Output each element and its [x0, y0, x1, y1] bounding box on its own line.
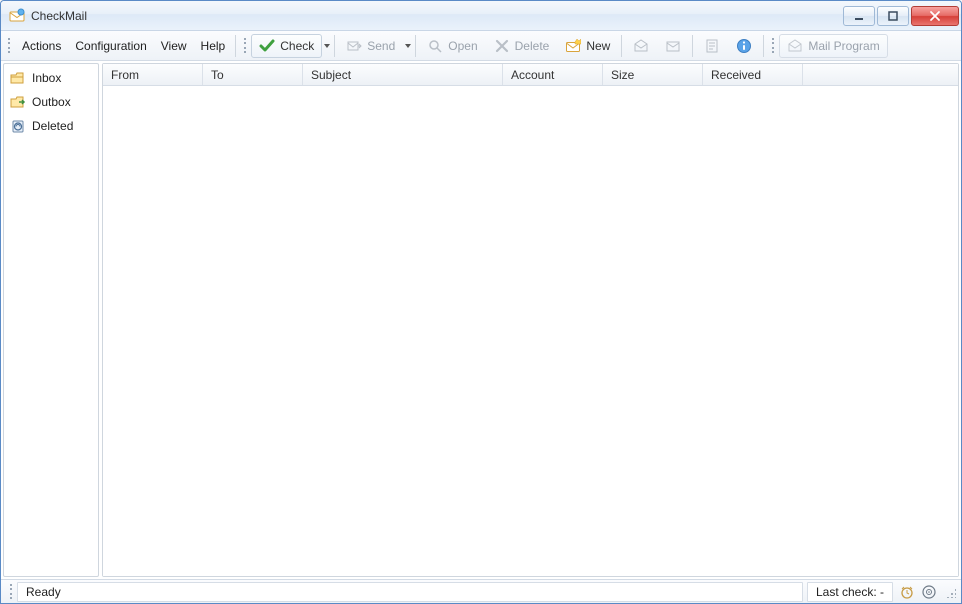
new-button[interactable]: New	[557, 34, 618, 58]
info-icon	[736, 38, 752, 54]
separator	[334, 35, 335, 57]
log-button[interactable]	[696, 34, 728, 58]
titlebar: CheckMail	[1, 1, 961, 31]
log-icon	[704, 38, 720, 54]
app-title: CheckMail	[31, 9, 87, 23]
send-label: Send	[367, 39, 395, 53]
new-label: New	[586, 39, 610, 53]
open-icon	[427, 38, 443, 54]
toolbar-grip[interactable]	[6, 35, 12, 57]
mark-read-button[interactable]	[625, 34, 657, 58]
menubar: Actions Configuration View Help Check Se…	[1, 31, 961, 61]
message-list: From To Subject Account Size Received	[102, 63, 959, 577]
separator	[415, 35, 416, 57]
minimize-button[interactable]	[843, 6, 875, 26]
check-dropdown[interactable]	[322, 42, 331, 50]
open-label: Open	[448, 39, 477, 53]
info-button[interactable]	[728, 34, 760, 58]
send-dropdown[interactable]	[403, 42, 412, 50]
toolbar-grip[interactable]	[770, 35, 776, 57]
menu-help[interactable]: Help	[194, 35, 233, 57]
separator	[692, 35, 693, 57]
folder-label: Outbox	[32, 95, 71, 109]
folder-outbox[interactable]: Outbox	[6, 92, 96, 112]
send-button[interactable]: Send	[338, 34, 403, 58]
folder-label: Deleted	[32, 119, 73, 133]
separator	[763, 35, 764, 57]
window-controls	[843, 6, 959, 26]
col-to[interactable]: To	[203, 64, 303, 85]
envelope-icon	[665, 38, 681, 54]
outbox-icon	[10, 94, 26, 110]
folder-sidebar: Inbox Outbox Deleted	[3, 63, 99, 577]
separator	[621, 35, 622, 57]
message-list-body[interactable]	[103, 86, 958, 576]
delete-button[interactable]: Delete	[486, 34, 558, 58]
check-icon	[259, 38, 275, 54]
menu-view[interactable]: View	[154, 35, 194, 57]
deleted-icon	[10, 118, 26, 134]
body: Inbox Outbox Deleted From To Subject Acc…	[1, 61, 961, 579]
envelope-open-icon	[633, 38, 649, 54]
column-headers: From To Subject Account Size Received	[103, 64, 958, 86]
delete-label: Delete	[515, 39, 550, 53]
col-spacer	[803, 64, 958, 85]
delete-icon	[494, 38, 510, 54]
col-size[interactable]: Size	[603, 64, 703, 85]
open-button[interactable]: Open	[419, 34, 485, 58]
folder-deleted[interactable]: Deleted	[6, 116, 96, 136]
clock-icon[interactable]	[899, 584, 915, 600]
menu-actions[interactable]: Actions	[15, 35, 68, 57]
app-window: CheckMail Actions Configuration View Hel…	[0, 0, 962, 604]
folder-label: Inbox	[32, 71, 61, 85]
app-icon	[9, 8, 25, 24]
status-last-check: Last check: -	[807, 582, 893, 602]
mail-program-button[interactable]: Mail Program	[779, 34, 887, 58]
menu-configuration[interactable]: Configuration	[68, 35, 153, 57]
status-text: Ready	[17, 582, 803, 602]
new-mail-icon	[565, 38, 581, 54]
sound-icon[interactable]	[921, 584, 937, 600]
col-received[interactable]: Received	[703, 64, 803, 85]
mark-unread-button[interactable]	[657, 34, 689, 58]
resize-handle[interactable]	[943, 585, 957, 599]
statusbar: Ready Last check: -	[1, 579, 961, 603]
inbox-icon	[10, 70, 26, 86]
mail-program-label: Mail Program	[808, 39, 879, 53]
separator	[235, 35, 236, 57]
send-icon	[346, 38, 362, 54]
toolbar-grip[interactable]	[242, 35, 248, 57]
check-button[interactable]: Check	[251, 34, 322, 58]
col-from[interactable]: From	[103, 64, 203, 85]
col-account[interactable]: Account	[503, 64, 603, 85]
maximize-button[interactable]	[877, 6, 909, 26]
check-label: Check	[280, 39, 314, 53]
statusbar-grip[interactable]	[8, 581, 14, 603]
close-button[interactable]	[911, 6, 959, 26]
col-subject[interactable]: Subject	[303, 64, 503, 85]
mail-program-icon	[787, 38, 803, 54]
status-icons	[899, 584, 937, 600]
folder-inbox[interactable]: Inbox	[6, 68, 96, 88]
